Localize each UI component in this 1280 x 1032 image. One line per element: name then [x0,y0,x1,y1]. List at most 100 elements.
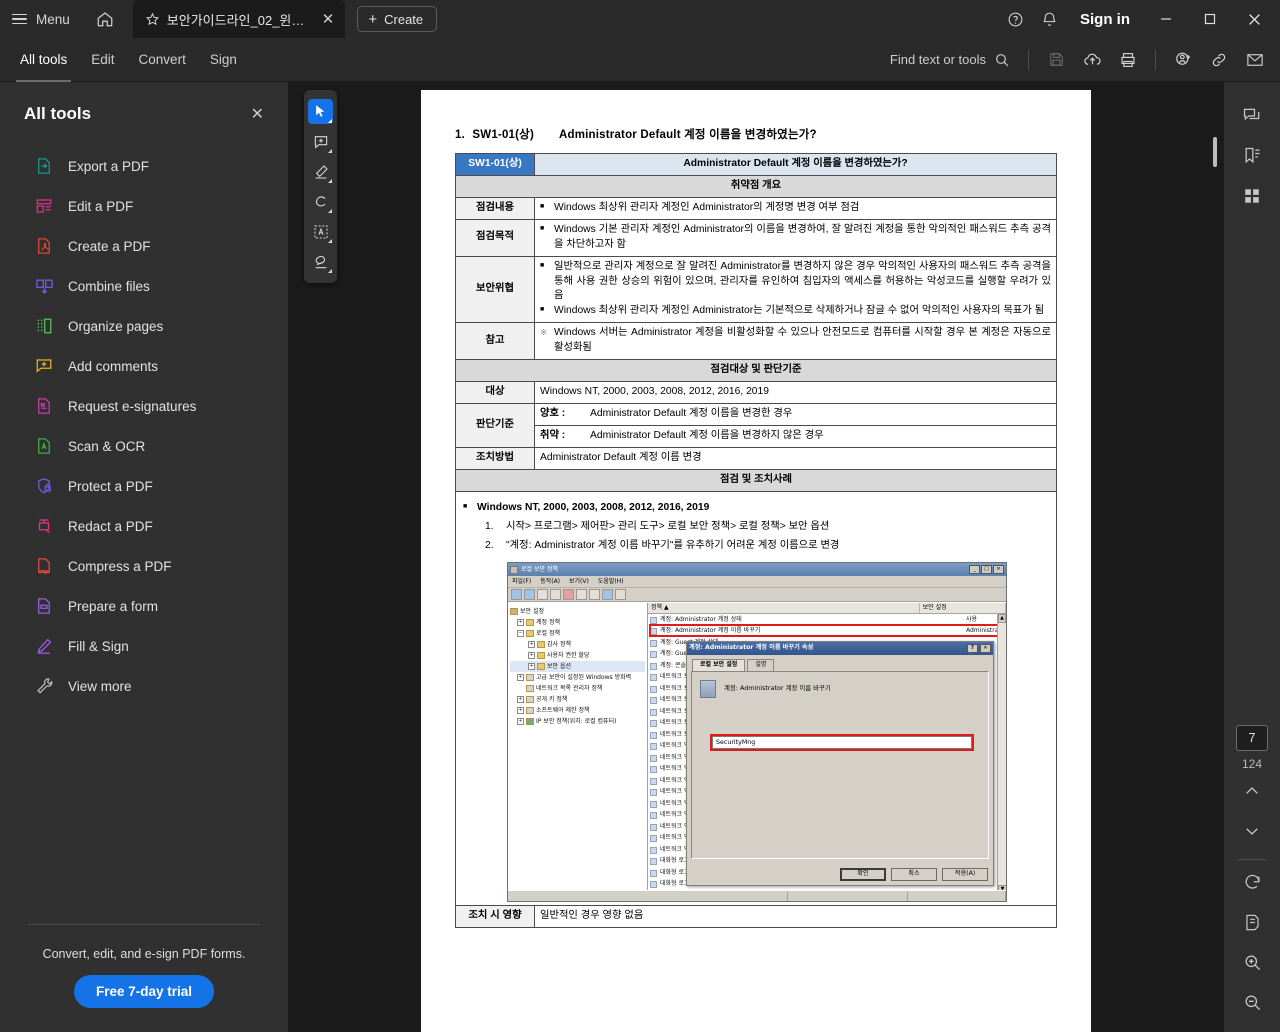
sidebar-item-organize-pages[interactable]: Organize pages [0,306,288,346]
zoom-in-button[interactable] [1235,942,1269,982]
bookmarks-panel-button[interactable] [1235,136,1269,176]
tab-sign[interactable]: Sign [198,38,249,82]
sidebar-item-fill-and-sign[interactable]: Fill & Sign [0,626,288,666]
row-value: 일반적으로 관리자 계정으로 잘 알려진 Administrator를 변경하지… [534,255,1057,324]
tree-node: 보안 설정 [510,606,645,617]
thumbnails-panel-button[interactable] [1235,176,1269,216]
comment-tool-button[interactable] [308,129,333,154]
document-viewport[interactable]: 1. SW1-01(상) Administrator Default 계정 이름… [289,82,1223,1032]
tab-all-tools[interactable]: All tools [8,38,79,82]
highlighter-icon [315,164,328,179]
case-os-line: Windows NT, 2000, 2003, 2008, 2012, 2016… [463,501,1051,516]
policy-icon [650,685,657,693]
share-link-button[interactable] [1202,43,1236,77]
policy-icon [650,777,657,785]
sidebar-item-compress-a-pdf[interactable]: Compress a PDF [0,546,288,586]
dialog-tabs: 로컬 보안 설정 설명 [687,655,993,672]
col-policy: 정책 ▲ [648,603,920,614]
ok-button[interactable]: 확인 [840,868,886,882]
sidebar-item-combine-files[interactable]: Combine files [0,266,288,306]
sidebar-item-scan-and-ocr[interactable]: Scan & OCR [0,426,288,466]
sidebar-label: Scan & OCR [68,438,146,454]
section-header-criteria: 점검대상 및 판단기준 [455,359,1057,383]
menu-file: 파일(F) [512,577,532,585]
table-row-section2: 점검대상 및 판단기준 [455,359,1057,383]
help-button[interactable] [998,0,1032,38]
table-row-target: 대상 Windows NT, 2000, 2003, 2008, 2012, 2… [455,381,1057,404]
stamp-icon [315,255,326,268]
expand-icon: + [528,663,535,671]
next-page-button[interactable] [1235,811,1269,851]
panel-close-icon[interactable]: ✕ [245,102,270,126]
bullet-icon [540,223,554,253]
cancel-button[interactable]: 취소 [891,868,937,882]
expand-icon: + [517,718,524,726]
previous-page-button[interactable] [1235,771,1269,811]
account-name-input[interactable]: SecurityMng [712,736,972,750]
row-label: 보안위협 [455,255,535,324]
sign-in-button[interactable]: Sign in [1066,11,1144,28]
add-person-button[interactable] [1166,43,1200,77]
sidebar-item-create-a-pdf[interactable]: Create a PDF [0,226,288,266]
rail-divider [1237,859,1267,860]
policy-icon [650,616,657,624]
bullet-icon [463,501,477,516]
email-button[interactable] [1238,43,1272,77]
free-trial-button[interactable]: Free 7-day trial [73,975,215,1008]
zoom-out-button[interactable] [1235,982,1269,1022]
fit-page-button[interactable] [1235,902,1269,942]
scrollbar-thumb[interactable] [1213,137,1217,167]
window-maximize-button[interactable] [1188,0,1232,38]
page-total-label: 124 [1241,757,1263,771]
guideline-table: SW1-01(상) Administrator Default 계정 이름을 변… [455,153,1057,929]
view-more-icon [34,676,54,696]
folder-icon [510,608,518,616]
stamp-tool-button[interactable] [308,249,333,274]
apply-button[interactable]: 적용(A) [942,868,988,882]
toolbar-divider-2 [1155,49,1156,70]
window-close-button[interactable] [1232,0,1276,38]
dialog-title: 계정: Administrator 계정 이름 바꾸기 속성 [689,644,814,652]
case-area: Windows NT, 2000, 2003, 2008, 2012, 2016… [461,495,1051,903]
find-button[interactable]: Find text or tools [882,52,1018,68]
chevron-expand-icon [328,149,332,153]
text-select-tool-button[interactable] [308,219,333,244]
comments-panel-button[interactable] [1235,96,1269,136]
sidebar-item-edit-a-pdf[interactable]: Edit a PDF [0,186,288,226]
tab-convert[interactable]: Convert [127,38,198,82]
case-step: 2. "계정: Administrator 계정 이름 바꾸기"를 유추하기 어려… [485,539,1051,554]
create-button[interactable]: + Create [357,6,438,32]
sidebar-item-export-a-pdf[interactable]: Export a PDF [0,146,288,186]
judge-key: 양호 : [540,407,566,419]
notifications-button[interactable] [1032,0,1066,38]
select-tool-button[interactable] [308,99,333,124]
page-number-input[interactable]: 7 [1236,725,1268,751]
redact-pdf-icon [34,516,54,536]
compress-pdf-icon [34,556,54,576]
sidebar-item-view-more[interactable]: View more [0,666,288,706]
sidebar-item-protect-a-pdf[interactable]: Protect a PDF [0,466,288,506]
dialog-titlebar: 계정: Administrator 계정 이름 바꾸기 속성 ? ✕ [687,642,993,656]
list-vertical-scrollbar[interactable]: ▲ ▼ [997,614,1006,895]
dialog-header-text: 계정: Administrator 계정 이름 바꾸기 [724,684,831,693]
sidebar-item-redact-a-pdf[interactable]: Redact a PDF [0,506,288,546]
tab-edit[interactable]: Edit [79,38,126,82]
window-minimize-button[interactable] [1144,0,1188,38]
app-body: All tools ✕ Export a PDF Edit a PDF Crea… [0,82,1280,1032]
cloud-upload-button[interactable] [1075,43,1109,77]
sidebar-item-prepare-a-form[interactable]: Prepare a form [0,586,288,626]
screenshot-window-buttons: _ □ ✕ [969,565,1004,575]
print-button[interactable] [1111,43,1145,77]
tab-close-icon[interactable]: ✕ [319,12,338,27]
sidebar-item-request-e-signatures[interactable]: Request e-signatures [0,386,288,426]
home-button[interactable] [85,10,125,28]
sidebar-item-add-comments[interactable]: Add comments [0,346,288,386]
rotate-button[interactable] [1235,862,1269,902]
document-tab[interactable]: 보안가이드라인_02_윈도… ✕ [132,0,346,38]
edit-pdf-icon [34,196,54,216]
save-button[interactable] [1039,43,1073,77]
highlight-tool-button[interactable] [308,159,333,184]
menu-button[interactable]: Menu [0,0,84,38]
draw-tool-button[interactable] [308,189,333,214]
document-scrollbar[interactable] [1210,82,1220,1032]
